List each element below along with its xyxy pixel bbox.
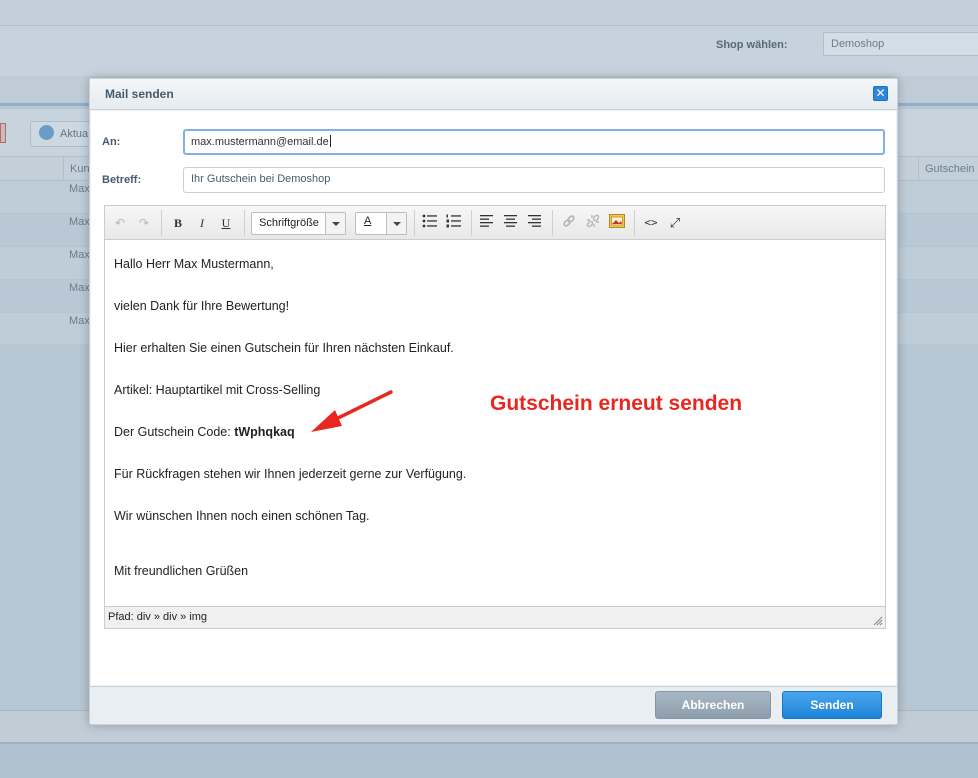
align-center-icon[interactable]: [502, 214, 520, 232]
table-cell: Max: [69, 249, 90, 261]
image-icon[interactable]: [608, 214, 626, 232]
voucher-code: tWphqkaq: [234, 425, 295, 439]
numbered-list-icon[interactable]: [445, 214, 463, 232]
toolbar-divider: [414, 210, 415, 236]
annotation-label: Gutschein erneut senden: [490, 392, 743, 415]
refresh-button-label: Aktua: [60, 128, 89, 140]
to-field[interactable]: max.mustermann@email.de: [183, 129, 885, 155]
dialog-titlebar[interactable]: Mail senden ✕: [90, 79, 897, 110]
to-value: max.mustermann@email.de: [191, 136, 329, 148]
mail-wish: Wir wünschen Ihnen noch einen schönen Ta…: [114, 509, 370, 523]
send-button[interactable]: Senden: [782, 691, 882, 719]
font-color-select[interactable]: A: [355, 212, 407, 235]
resize-handle-icon[interactable]: [873, 616, 883, 626]
align-left-icon[interactable]: [478, 214, 496, 232]
toolbar-divider: [471, 210, 472, 236]
font-color-icon: A: [364, 215, 372, 227]
dialog-title: Mail senden: [105, 87, 174, 101]
app-statusbar: [0, 742, 978, 778]
link-icon[interactable]: [560, 214, 578, 232]
underline-icon[interactable]: U: [217, 214, 235, 232]
toolbar-divider: [634, 210, 635, 236]
table-cell: Max: [69, 216, 90, 228]
toolbar-divider: [552, 210, 553, 236]
font-size-label: Schriftgröße: [259, 217, 319, 229]
chevron-down-icon[interactable]: [325, 213, 345, 234]
undo-icon[interactable]: ↶: [111, 214, 129, 232]
toolbar-divider: [244, 210, 245, 236]
chevron-down-icon[interactable]: [386, 213, 406, 234]
subject-field[interactable]: Ihr Gutschein bei Demoshop: [183, 167, 885, 193]
table-cell: Max: [69, 315, 90, 327]
bullet-list-icon[interactable]: [421, 214, 439, 232]
subject-label: Betreff:: [102, 174, 142, 186]
table-cell: Max: [69, 282, 90, 294]
table-cell: Max: [69, 183, 90, 195]
editor-content[interactable]: Hallo Herr Max Mustermann, vielen Dank f…: [105, 241, 885, 606]
rich-text-editor: ↶ ↷ B I U Schriftgröße A <> ⤢ Hallo Herr…: [104, 205, 886, 629]
refresh-icon: [39, 125, 54, 140]
editor-toolbar: ↶ ↷ B I U Schriftgröße A <> ⤢: [105, 206, 885, 240]
align-right-icon[interactable]: [526, 214, 544, 232]
source-code-icon[interactable]: <>: [642, 214, 660, 232]
text-cursor: [329, 135, 331, 147]
redo-icon[interactable]: ↷: [135, 214, 153, 232]
mail-code-line: Der Gutschein Code: tWphqkaq: [114, 425, 295, 439]
column-header-gutschein[interactable]: Gutschein c: [918, 157, 978, 181]
mail-code-label: Der Gutschein Code:: [114, 425, 235, 439]
to-label: An:: [102, 136, 121, 148]
annotation-arrow-icon: [311, 390, 393, 432]
fullscreen-icon[interactable]: ⤢: [666, 214, 684, 232]
toolbar-divider: [161, 210, 162, 236]
bold-icon[interactable]: B: [169, 214, 187, 232]
dialog-footer: Abbrechen Senden: [90, 686, 897, 724]
cancel-button[interactable]: Abbrechen: [655, 691, 771, 719]
mail-voucher-intro: Hier erhalten Sie einen Gutschein für Ih…: [114, 341, 454, 355]
italic-icon[interactable]: I: [193, 214, 211, 232]
mail-article: Artikel: Hauptartikel mit Cross-Selling: [114, 383, 321, 397]
editor-path-bar: Pfad: div » div » img: [105, 606, 885, 628]
app-topbar: [0, 0, 978, 26]
calendar-icon[interactable]: [0, 123, 6, 143]
unlink-icon[interactable]: [584, 214, 602, 232]
mail-thanks: vielen Dank für Ihre Bewertung!: [114, 299, 290, 313]
shop-select[interactable]: Demoshop: [823, 32, 978, 56]
mail-closing: Mit freundlichen Grüßen: [114, 564, 249, 578]
mail-questions: Für Rückfragen stehen wir Ihnen jederzei…: [114, 467, 467, 481]
font-size-select[interactable]: Schriftgröße: [251, 212, 346, 235]
shop-select-label: Shop wählen:: [716, 39, 788, 51]
close-icon[interactable]: ✕: [873, 86, 888, 101]
mail-greeting: Hallo Herr Max Mustermann,: [114, 257, 274, 271]
